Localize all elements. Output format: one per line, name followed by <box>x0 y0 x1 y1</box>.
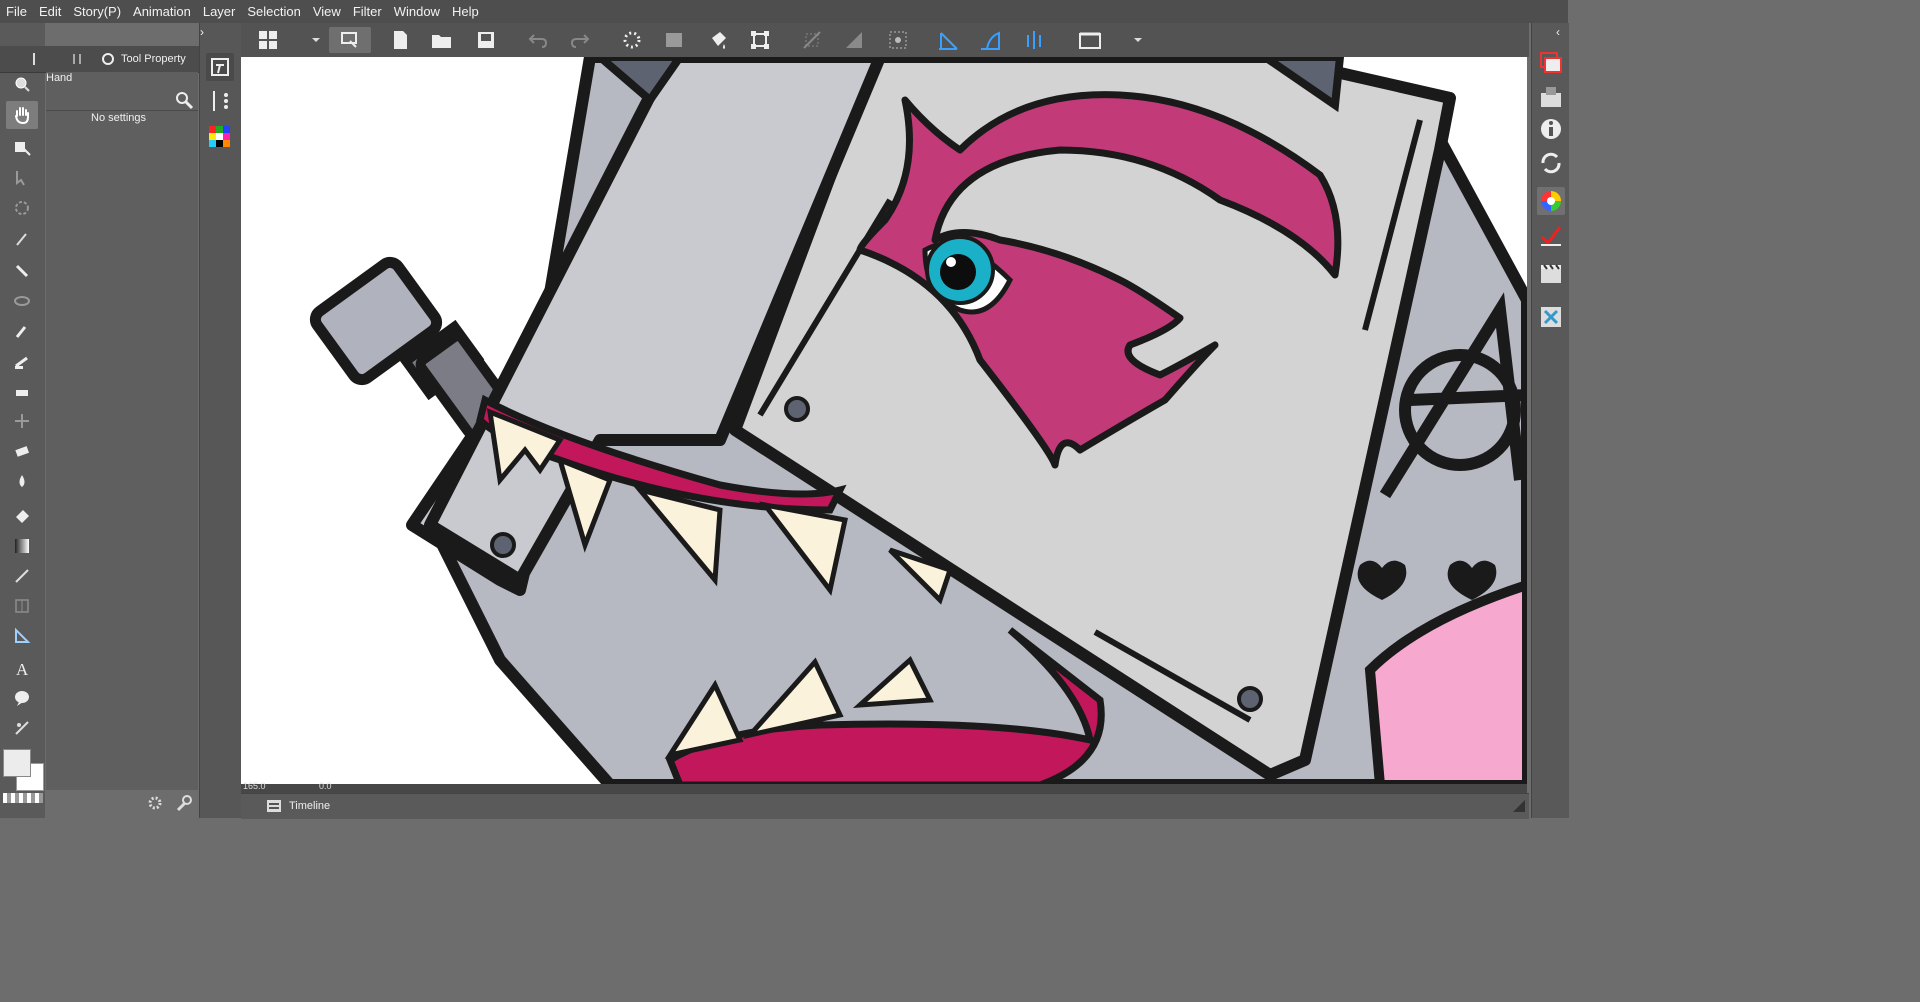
menu-help[interactable]: Help <box>446 4 485 19</box>
workspace-grid-icon[interactable] <box>255 27 281 53</box>
menu-window[interactable]: Window <box>388 4 446 19</box>
undo-icon[interactable] <box>525 27 551 53</box>
fill-selection-icon[interactable] <box>705 27 731 53</box>
ruler-icon[interactable] <box>9 623 35 649</box>
text-icon[interactable]: A <box>9 655 35 681</box>
frame-border-icon[interactable] <box>9 593 35 619</box>
eyedropper-icon[interactable] <box>9 225 35 251</box>
transform-mode-icon[interactable] <box>329 27 371 53</box>
customize-arrow-icon[interactable] <box>1125 27 1151 53</box>
color-wheel-icon[interactable] <box>1537 187 1565 215</box>
ruler-snap-icon[interactable] <box>799 27 825 53</box>
menu-bar: File Edit Story(P) Animation Layer Selec… <box>0 0 1568 23</box>
frame-icon[interactable] <box>9 563 35 589</box>
menu-view[interactable]: View <box>307 4 347 19</box>
command-bar <box>241 23 1529 57</box>
tool-settings-wrench-icon[interactable] <box>174 90 194 110</box>
color-set-dock-icon[interactable] <box>206 123 234 151</box>
resize-corner-icon[interactable] <box>1513 800 1525 812</box>
gradient-icon[interactable] <box>9 503 35 529</box>
tool-name: Hand <box>46 72 73 84</box>
menu-filter[interactable]: Filter <box>347 4 388 19</box>
sync-icon[interactable] <box>1537 149 1565 177</box>
sub-tool-tab-icon[interactable] <box>70 51 86 67</box>
tool-column: A <box>0 23 45 818</box>
menu-edit[interactable]: Edit <box>33 4 67 19</box>
pen-tab-icon[interactable] <box>26 51 42 67</box>
timeline-label[interactable]: Timeline <box>289 800 330 812</box>
clear-selection-icon[interactable] <box>619 27 645 53</box>
transform-icon[interactable] <box>747 27 773 53</box>
main-color-swatch[interactable] <box>3 749 31 777</box>
right-collapse-arrow-icon[interactable]: ‹ <box>1556 25 1560 39</box>
eraser-icon[interactable] <box>9 438 35 464</box>
transparent-color-swatch[interactable] <box>3 793 43 803</box>
airbrush-icon[interactable] <box>9 348 35 374</box>
special-ruler-snap-icon[interactable] <box>841 27 867 53</box>
save-icon[interactable] <box>473 27 499 53</box>
tool-wrench-icon[interactable] <box>175 794 193 812</box>
settings-gear-icon[interactable] <box>146 794 164 812</box>
tool-property-tab-label[interactable]: Tool Property <box>121 53 186 65</box>
blend-icon[interactable] <box>9 408 35 434</box>
timeline-bar: Timeline <box>241 793 1529 819</box>
sub-dock: › <box>199 23 242 818</box>
tool-property-tabs: Tool Property <box>0 46 200 73</box>
no-settings-message: No settings <box>91 112 147 124</box>
artwork <box>309 57 1527 785</box>
correct-line-icon[interactable] <box>9 715 35 741</box>
sub-tool-dock-icon[interactable] <box>206 53 234 81</box>
hand-icon[interactable] <box>6 101 38 129</box>
zoom-icon[interactable] <box>9 71 35 97</box>
curve-ruler-icon[interactable] <box>977 27 1003 53</box>
object-select-icon[interactable] <box>9 165 35 191</box>
right-dock: ‹ <box>1531 23 1569 818</box>
dropdown-arrow-icon[interactable] <box>303 27 329 53</box>
move-layer-icon[interactable] <box>9 135 35 161</box>
collapse-arrow-icon[interactable]: › <box>200 25 214 39</box>
line-icon[interactable] <box>9 533 35 559</box>
brush-size-dock-icon[interactable] <box>206 87 234 115</box>
new-file-icon[interactable] <box>387 27 413 53</box>
show-hide-ruler-icon[interactable] <box>1077 27 1103 53</box>
grid-snap-icon[interactable] <box>885 27 911 53</box>
status-bar: 165.0 0.0 <box>241 781 1527 793</box>
rotate-icon[interactable] <box>9 195 35 221</box>
brush-icon[interactable] <box>9 318 35 344</box>
info-icon[interactable] <box>1537 115 1565 143</box>
redo-icon[interactable] <box>567 27 593 53</box>
angle-value[interactable]: 0.0 <box>319 781 332 791</box>
lasso-icon[interactable] <box>9 288 35 314</box>
layer-panel-icon[interactable] <box>1537 49 1565 77</box>
tool-property-tab-icon[interactable] <box>100 51 116 67</box>
sub-tool-icon[interactable] <box>1537 221 1565 249</box>
zoom-value[interactable]: 165.0 <box>243 781 266 791</box>
open-folder-icon[interactable] <box>429 27 455 53</box>
navigator-icon[interactable] <box>1537 83 1565 111</box>
menu-animation[interactable]: Animation <box>127 4 197 19</box>
balloon-icon[interactable] <box>9 685 35 711</box>
canvas[interactable] <box>241 57 1527 785</box>
pen-icon[interactable] <box>9 258 35 284</box>
decoration-icon[interactable] <box>9 378 35 404</box>
material-icon[interactable] <box>1537 303 1565 331</box>
menu-file[interactable]: File <box>0 4 33 19</box>
crop-icon[interactable] <box>661 27 687 53</box>
fill-icon[interactable] <box>9 468 35 494</box>
tool-property-panel: Hand No settings <box>46 72 198 790</box>
svg-text:A: A <box>16 660 29 677</box>
symmetry-ruler-icon[interactable] <box>1021 27 1047 53</box>
timeline-icon[interactable] <box>267 800 281 812</box>
menu-layer[interactable]: Layer <box>197 4 242 19</box>
menu-story[interactable]: Story(P) <box>67 4 127 19</box>
perspective-ruler-icon[interactable] <box>935 27 961 53</box>
animation-icon[interactable] <box>1537 259 1565 287</box>
menu-selection[interactable]: Selection <box>241 4 306 19</box>
